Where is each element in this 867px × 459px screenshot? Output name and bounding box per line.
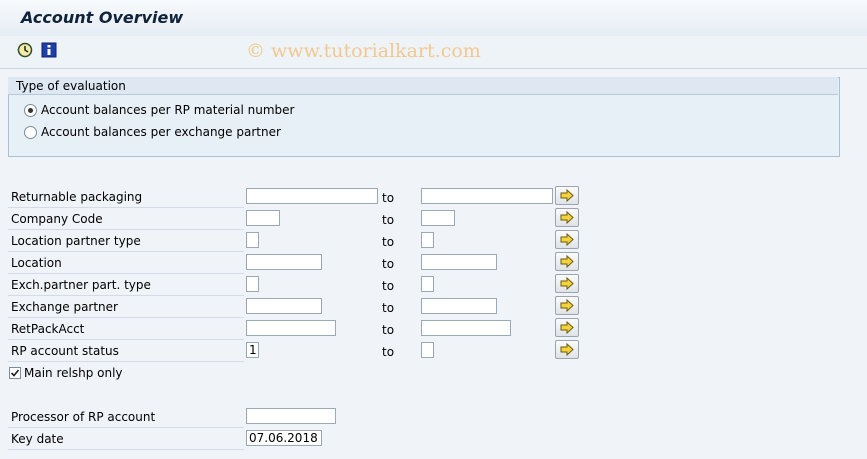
multiple-selection-button[interactable] <box>555 252 579 271</box>
field-label: RP account status <box>11 344 119 358</box>
info-icon[interactable] <box>41 42 57 58</box>
check-icon <box>10 369 20 377</box>
radio-unselected-icon[interactable] <box>24 125 37 139</box>
main-relshp-checkbox[interactable] <box>9 367 21 379</box>
watermark-text: © www.tutorialkart.com <box>246 40 481 62</box>
retpackacct-from-input[interactable] <box>246 320 336 336</box>
processor-input[interactable] <box>246 408 336 424</box>
exchange-partner-to-input[interactable] <box>421 298 497 314</box>
location-partner-type-to-input[interactable] <box>421 232 434 248</box>
field-row-returnable-packaging: Returnable packaging <box>8 186 244 208</box>
to-label: to <box>382 257 395 271</box>
location-to-input[interactable] <box>421 254 497 270</box>
field-row-processor: Processor of RP account <box>8 406 244 428</box>
multiple-selection-button[interactable] <box>555 296 579 315</box>
field-row-key-date: Key date <box>8 428 244 450</box>
retpackacct-to-input[interactable] <box>421 320 511 336</box>
key-date-input[interactable]: 07.06.2018 <box>246 430 322 446</box>
arrow-right-icon <box>560 211 574 224</box>
clock-execute-icon[interactable] <box>17 42 33 58</box>
exch-partner-part-type-to-input[interactable] <box>421 276 434 292</box>
field-label: Location <box>11 256 62 270</box>
processor-label: Processor of RP account <box>11 410 156 424</box>
main-relshp-label: Main relshp only <box>24 366 123 380</box>
arrow-right-icon <box>560 189 574 202</box>
to-label: to <box>382 301 395 315</box>
rp-account-status-to-input[interactable] <box>421 342 434 358</box>
to-label: to <box>382 235 395 249</box>
location-partner-type-from-input[interactable] <box>246 232 259 248</box>
multiple-selection-button[interactable] <box>555 318 579 337</box>
multiple-selection-button[interactable] <box>555 230 579 249</box>
field-row-location: Location <box>8 252 244 274</box>
field-label: Returnable packaging <box>11 190 143 204</box>
radio-exchange-partner[interactable]: Account balances per exchange partner <box>24 124 281 140</box>
exch-partner-part-type-from-input[interactable] <box>246 276 259 292</box>
field-row-exchange-partner: Exchange partner <box>8 296 244 318</box>
radio-selected-icon[interactable] <box>24 103 37 117</box>
field-label: RetPackAcct <box>11 322 85 336</box>
company-code-to-input[interactable] <box>421 210 455 226</box>
evaluation-groupbox-title: Type of evaluation <box>16 79 126 93</box>
page-title: Account Overview <box>21 8 184 27</box>
arrow-right-icon <box>560 233 574 246</box>
field-row-location-partner-type: Location partner type <box>8 230 244 252</box>
exchange-partner-from-input[interactable] <box>246 298 322 314</box>
returnable-packaging-from-input[interactable] <box>246 188 378 204</box>
to-label: to <box>382 279 395 293</box>
field-label: Exch.partner part. type <box>11 278 151 292</box>
to-label: to <box>382 345 395 359</box>
field-label: Exchange partner <box>11 300 118 314</box>
multiple-selection-button[interactable] <box>555 186 579 205</box>
field-row-rp-account-status: RP account status <box>8 340 244 362</box>
arrow-right-icon <box>560 321 574 334</box>
main-relshp-checkbox-row[interactable]: Main relshp only <box>9 366 123 380</box>
evaluation-groupbox-header: Type of evaluation <box>8 77 838 95</box>
to-label: to <box>382 191 395 205</box>
arrow-right-icon <box>560 299 574 312</box>
field-label: Company Code <box>11 212 103 226</box>
arrow-right-icon <box>560 255 574 268</box>
multiple-selection-button[interactable] <box>555 208 579 227</box>
returnable-packaging-to-input[interactable] <box>421 188 553 204</box>
arrow-right-icon <box>560 343 574 356</box>
field-row-exch-partner-part-type: Exch.partner part. type <box>8 274 244 296</box>
key-date-label: Key date <box>11 432 64 446</box>
to-label: to <box>382 213 395 227</box>
field-row-retpackacct: RetPackAcct <box>8 318 244 340</box>
radio-exchange-partner-label: Account balances per exchange partner <box>41 125 281 139</box>
radio-rp-material[interactable]: Account balances per RP material number <box>24 102 294 118</box>
location-from-input[interactable] <box>246 254 322 270</box>
multiple-selection-button[interactable] <box>555 340 579 359</box>
company-code-from-input[interactable] <box>246 210 280 226</box>
to-label: to <box>382 323 395 337</box>
radio-rp-material-label: Account balances per RP material number <box>41 103 295 117</box>
arrow-right-icon <box>560 277 574 290</box>
field-label: Location partner type <box>11 234 141 248</box>
multiple-selection-button[interactable] <box>555 274 579 293</box>
field-row-company-code: Company Code <box>8 208 244 230</box>
rp-account-status-from-input[interactable]: 1 <box>246 342 259 358</box>
